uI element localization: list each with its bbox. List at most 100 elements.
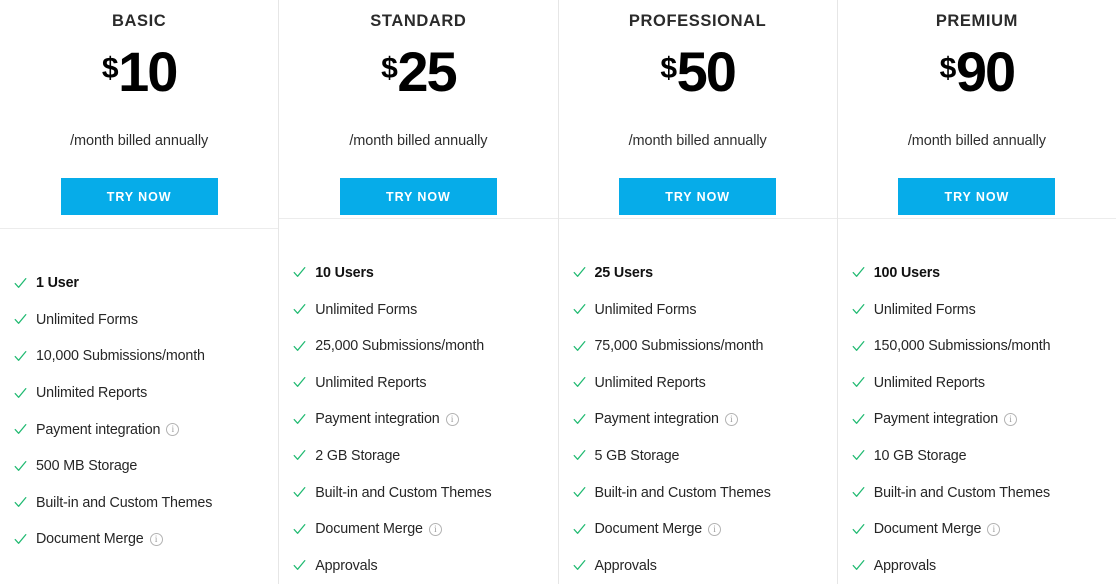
feature-label: 1 User xyxy=(36,275,79,292)
check-icon xyxy=(573,303,586,316)
plan-header: PROFESSIONAL $50/month billed annually TRY… xyxy=(558,0,837,219)
feature-item: Unlimited Reports xyxy=(0,375,278,412)
feature-label: Built-in and Custom Themes xyxy=(315,484,492,501)
feature-label: Payment integration xyxy=(315,411,440,428)
check-icon xyxy=(573,266,586,279)
feature-label: Unlimited Reports xyxy=(36,385,148,402)
plan-billing-period: /month billed annually xyxy=(628,133,767,149)
plan-column-premium: PREMIUM $90/month billed annually TRY NOW 1… xyxy=(837,0,1116,584)
feature-item: Built-in and Custom Themes xyxy=(559,474,837,511)
price-currency: $ xyxy=(101,52,119,85)
plan-price: $90 xyxy=(939,42,1016,114)
price-currency: $ xyxy=(939,52,957,85)
plan-column-basic: BASIC $10/month billed annually TRY NOW 1 U… xyxy=(0,0,280,584)
feature-item: Built-in and Custom Themes xyxy=(279,474,557,511)
feature-item: 500 MB Storage xyxy=(0,448,278,485)
feature-label: Unlimited Forms xyxy=(36,311,138,328)
feature-list: 1 User Unlimited Forms 10,000 Submissions/… xyxy=(0,229,278,584)
price-amount: 50 xyxy=(676,40,737,103)
feature-label: 10 Users xyxy=(315,264,374,281)
check-icon xyxy=(293,266,306,279)
feature-label: Document Merge xyxy=(594,521,703,538)
feature-item: Approvals xyxy=(838,547,1116,584)
feature-item: Document Merge i xyxy=(279,511,557,548)
feature-label: Unlimited Forms xyxy=(594,301,697,318)
feature-item: 150,000 Submissions/month xyxy=(838,328,1116,365)
feature-item: Payment integration i xyxy=(279,401,557,438)
plan-column-professional: PROFESSIONAL $50/month billed annually TRY… xyxy=(558,0,838,584)
feature-item: 2 GB Storage xyxy=(279,438,557,475)
info-icon[interactable]: i xyxy=(708,522,722,536)
price-amount: 25 xyxy=(397,40,457,103)
plan-header: PREMIUM $90/month billed annually TRY NOW xyxy=(837,0,1116,219)
check-icon xyxy=(14,496,27,509)
feature-list: 25 Users Unlimited Forms 75,000 Submission… xyxy=(559,219,837,584)
check-icon xyxy=(293,449,306,462)
info-icon[interactable]: i xyxy=(1004,412,1018,426)
feature-label: 100 Users xyxy=(873,264,940,281)
try-now-button[interactable]: TRY NOW xyxy=(60,178,218,215)
feature-item: 75,000 Submissions/month xyxy=(559,328,837,365)
feature-item: Document Merge i xyxy=(0,521,278,558)
check-icon xyxy=(14,387,27,400)
feature-label: Payment integration xyxy=(873,411,999,428)
plan-name: BASIC xyxy=(111,12,167,30)
check-icon xyxy=(852,376,865,389)
check-icon xyxy=(14,313,27,326)
feature-item: Document Merge i xyxy=(838,511,1116,548)
feature-list: 10 Users Unlimited Forms 25,000 Submission… xyxy=(279,219,557,584)
feature-label: Unlimited Reports xyxy=(873,374,985,391)
check-icon xyxy=(573,376,586,389)
check-icon xyxy=(852,413,865,426)
info-icon[interactable]: i xyxy=(428,522,442,536)
check-icon xyxy=(573,523,586,536)
info-icon[interactable]: i xyxy=(987,522,1001,536)
feature-item: Approvals xyxy=(279,547,557,584)
plan-billing-period: /month billed annually xyxy=(349,133,488,149)
check-icon xyxy=(14,460,27,473)
feature-label: Built-in and Custom Themes xyxy=(873,484,1050,501)
plan-name: PREMIUM xyxy=(935,12,1018,30)
feature-label: 150,000 Submissions/month xyxy=(873,338,1051,355)
check-icon xyxy=(293,413,306,426)
check-icon xyxy=(293,376,306,389)
feature-label: 10 GB Storage xyxy=(873,447,967,464)
info-icon[interactable]: i xyxy=(724,412,738,426)
plan-name: STANDARD xyxy=(370,12,467,30)
feature-item: 10 Users xyxy=(279,255,557,292)
feature-label: 500 MB Storage xyxy=(36,458,138,475)
feature-label: Document Merge xyxy=(36,531,144,548)
feature-item: Unlimited Forms xyxy=(279,291,557,328)
price-currency: $ xyxy=(660,52,677,85)
check-icon xyxy=(14,277,27,290)
try-now-button[interactable]: TRY NOW xyxy=(339,178,497,215)
feature-item: Payment integration i xyxy=(838,401,1116,438)
check-icon xyxy=(852,303,865,316)
check-icon xyxy=(14,350,27,363)
feature-label: Payment integration xyxy=(36,421,161,438)
check-icon xyxy=(852,486,865,499)
feature-item: Unlimited Reports xyxy=(559,364,837,401)
feature-item: 100 Users xyxy=(838,255,1116,292)
info-icon[interactable]: i xyxy=(445,412,459,426)
info-icon[interactable]: i xyxy=(149,532,163,546)
feature-item: Payment integration i xyxy=(559,401,837,438)
plan-header: STANDARD $25/month billed annually TRY NOW xyxy=(279,0,558,219)
info-icon[interactable]: i xyxy=(166,423,180,437)
try-now-button[interactable]: TRY NOW xyxy=(619,178,777,215)
check-icon xyxy=(293,486,306,499)
plan-name: PROFESSIONAL xyxy=(628,12,767,30)
check-icon xyxy=(573,486,586,499)
feature-label: 75,000 Submissions/month xyxy=(594,338,764,355)
feature-label: Built-in and Custom Themes xyxy=(36,494,213,511)
check-icon xyxy=(293,559,306,572)
feature-label: Approvals xyxy=(594,557,657,574)
check-icon xyxy=(293,340,306,353)
feature-item: Unlimited Forms xyxy=(838,291,1116,328)
feature-label: 2 GB Storage xyxy=(315,447,401,464)
check-icon xyxy=(14,423,27,436)
check-icon xyxy=(573,340,586,353)
try-now-button[interactable]: TRY NOW xyxy=(898,178,1056,215)
check-icon xyxy=(852,523,865,536)
price-amount: 10 xyxy=(118,40,178,103)
